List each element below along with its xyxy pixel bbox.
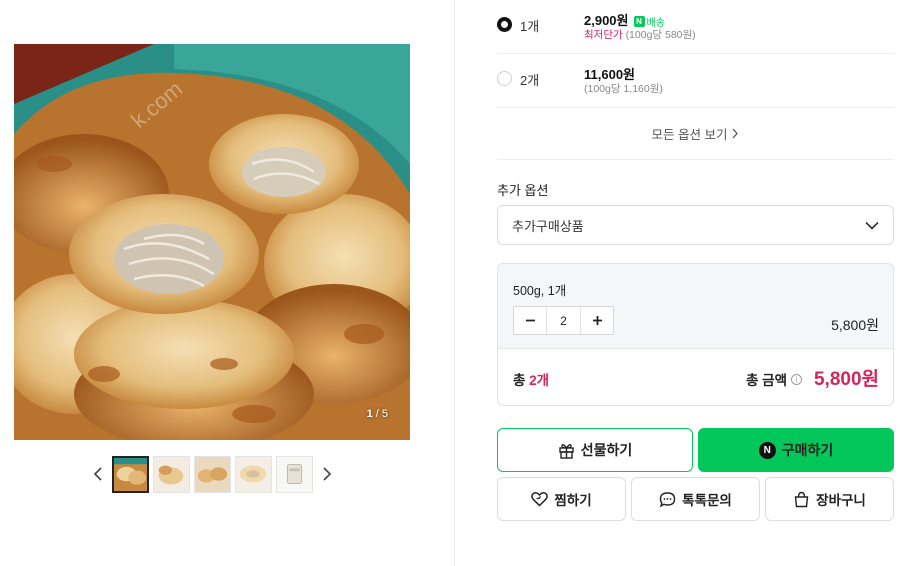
chevron-left-icon [93, 467, 102, 481]
option-qty: 1개 [520, 19, 540, 34]
naver-n-icon: N [758, 441, 776, 459]
thumbnail-2[interactable] [153, 455, 190, 493]
selected-item-price: 5,800원 [831, 317, 879, 333]
unit-price: (100g당 1,160원) [584, 83, 663, 95]
thumbnail-image [195, 456, 230, 492]
addon-select-value: 추가구매상품 [512, 218, 584, 234]
quantity-value[interactable]: 2 [546, 307, 581, 334]
total-count: 총 2개 [513, 369, 549, 389]
thumbnail-image [114, 457, 147, 491]
buy-button[interactable]: N 구매하기 [698, 428, 894, 472]
gift-button[interactable]: 선물하기 [497, 428, 693, 472]
thumbnail-3[interactable] [194, 455, 231, 493]
gift-icon [559, 443, 574, 459]
thumbnail-1[interactable] [112, 455, 149, 493]
thumbnail-4[interactable] [235, 455, 272, 493]
wishlist-button-label: 찜하기 [554, 493, 592, 508]
talktalk-inquiry-button[interactable]: 톡톡문의 [631, 477, 760, 521]
option-radio-2[interactable] [497, 71, 512, 86]
lowest-price-label: 최저단가 [584, 29, 623, 41]
page-indicator: 1 / 5 [366, 408, 388, 420]
total-price: 5,800원 [813, 369, 879, 390]
heart-icon [531, 491, 549, 507]
talktalk-button-label: 톡톡문의 [682, 493, 732, 508]
purchase-panel: 1개 2,900원 N 배송 최저단가 (100g당 580원) 2개 11,600… [497, 0, 894, 521]
thumb-prev-button[interactable] [88, 456, 108, 492]
option-sub: 최저단가 (100g당 580원) [584, 27, 696, 42]
buy-button-label: 구매하기 [781, 442, 834, 458]
total-amount-label-wrap: 총 금액 i [746, 369, 802, 389]
thumbnail-image [154, 456, 189, 492]
selected-item: 500g, 1개 2 5,800원 [498, 264, 893, 349]
gift-button-label: 선물하기 [580, 442, 633, 458]
increase-button[interactable] [581, 307, 613, 334]
selected-items-box: 500g, 1개 2 5,800원 총 2개 총 금액 i 5,800원 [497, 263, 894, 406]
total-prefix: 총 [513, 373, 530, 388]
option-row-1[interactable]: 1개 2,900원 N 배송 최저단가 (100g당 580원) [497, 0, 894, 54]
option-radio-1[interactable] [497, 17, 512, 32]
product-gallery: k.com 1 / 5 [0, 0, 455, 566]
minus-icon [525, 319, 535, 322]
cart-button[interactable]: 장바구니 [765, 477, 894, 521]
thumbnail-strip [88, 455, 337, 493]
chevron-right-icon [323, 467, 332, 481]
chevron-down-icon [865, 221, 879, 230]
option-price: 2,900원 [584, 13, 629, 28]
option-qty: 2개 [520, 73, 540, 88]
total-count-value: 2개 [529, 373, 550, 388]
quantity-stepper: 2 [513, 306, 614, 335]
decrease-button[interactable] [514, 307, 546, 334]
total-amount-label: 총 금액 [745, 373, 787, 388]
chat-bubble-icon [659, 491, 676, 507]
addon-option-label: 추가 옵션 [497, 183, 549, 198]
thumbnail-5[interactable] [276, 455, 313, 493]
thumbnail-image [277, 456, 312, 492]
addon-select[interactable]: 추가구매상품 [497, 205, 894, 245]
main-product-image[interactable]: k.com 1 / 5 [14, 44, 410, 440]
thumb-next-button[interactable] [317, 456, 337, 492]
n-logo-icon: N [633, 16, 645, 27]
option-row-2[interactable]: 2개 11,600원 (100g당 1,160원) [497, 54, 894, 108]
plus-icon [592, 316, 602, 325]
cart-button-label: 장바구니 [816, 493, 866, 508]
selected-item-name: 500g, 1개 [513, 284, 567, 298]
info-icon[interactable]: i [791, 373, 802, 385]
unit-price: (100g당 580원) [625, 29, 696, 41]
dumpling-photo: k.com [14, 44, 410, 440]
view-all-options-button[interactable]: 모든 옵션 보기 [497, 108, 894, 160]
wishlist-button[interactable]: 찜하기 [497, 477, 626, 521]
chevron-right-icon [732, 128, 739, 139]
shopping-bag-icon [794, 491, 809, 507]
total-summary: 총 2개 총 금액 i 5,800원 [498, 349, 893, 405]
view-all-options-label: 모든 옵션 보기 [651, 128, 728, 142]
thumbnail-image [236, 456, 271, 492]
